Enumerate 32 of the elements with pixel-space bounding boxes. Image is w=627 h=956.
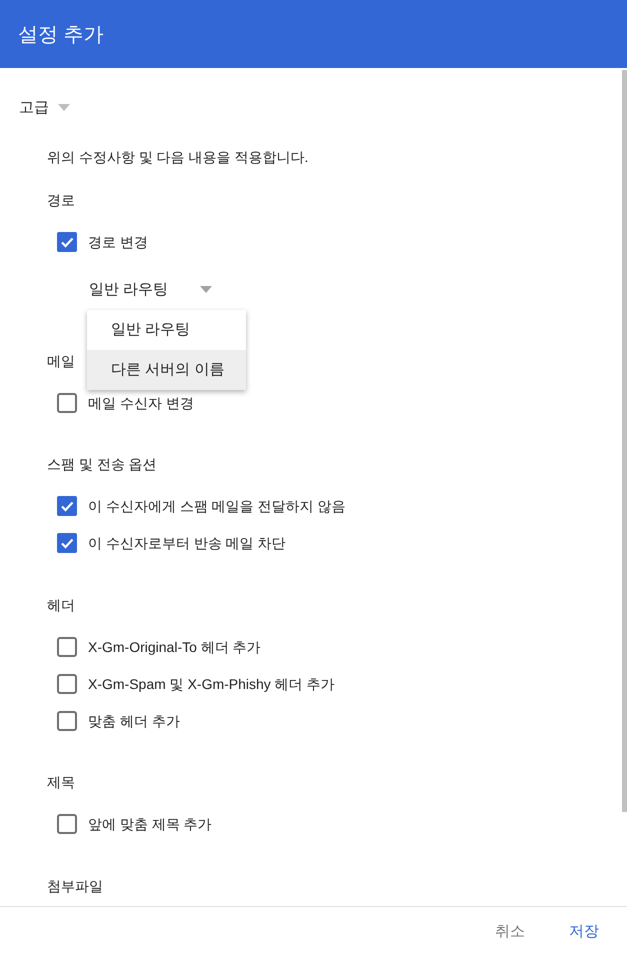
- checkbox-label[interactable]: 이 수신자에게 스팸 메일을 전달하지 않음: [88, 496, 346, 516]
- section-heading: 스팸 및 전송 옵션: [47, 455, 157, 474]
- checkbox[interactable]: [57, 636, 77, 656]
- checkbox[interactable]: [57, 232, 77, 252]
- dialog-title: 설정 추가: [18, 22, 104, 48]
- cancel-button[interactable]: 취소: [481, 914, 539, 949]
- caret-icon: [200, 286, 212, 292]
- checkbox[interactable]: [57, 674, 77, 694]
- checkbox[interactable]: [57, 496, 77, 516]
- checkbox-label[interactable]: 메일 수신자 변경: [88, 392, 194, 412]
- checkbox[interactable]: [57, 533, 77, 553]
- checkbox-label[interactable]: 앞에 맞춤 제목 추가: [88, 814, 212, 834]
- section-heading: 제목: [47, 773, 75, 792]
- save-button[interactable]: 저장: [555, 914, 613, 949]
- checkbox-label[interactable]: X-Gm-Spam 및 X-Gm-Phishy 헤더 추가: [88, 674, 335, 694]
- section-heading: 첨부파일: [47, 876, 103, 896]
- checkbox-label[interactable]: 이 수신자로부터 반송 메일 차단: [88, 533, 286, 553]
- section-heading: 메일: [47, 352, 75, 370]
- intro-text: 위의 수정사항 및 다음 내용을 적용합니다.: [47, 148, 308, 167]
- section-heading: 경로: [47, 191, 75, 210]
- section-heading: 헤더: [47, 596, 75, 614]
- advanced-toggle[interactable]: 고급: [19, 95, 70, 119]
- menu-option[interactable]: 일반 라우팅: [87, 310, 246, 350]
- checkbox-label[interactable]: 맞춤 헤더 추가: [88, 710, 180, 730]
- checkbox-label[interactable]: X-Gm-Original-To 헤더 추가: [88, 636, 261, 656]
- checkbox[interactable]: [57, 710, 77, 730]
- scrollbar-thumb[interactable]: [622, 70, 627, 812]
- checkbox[interactable]: [57, 392, 77, 412]
- checkbox[interactable]: [57, 814, 77, 834]
- checkbox-label[interactable]: 경로 변경: [88, 232, 148, 252]
- routing-select[interactable]: 일반 라우팅: [89, 280, 212, 298]
- menu-option[interactable]: 다른 서버의 이름: [87, 350, 246, 390]
